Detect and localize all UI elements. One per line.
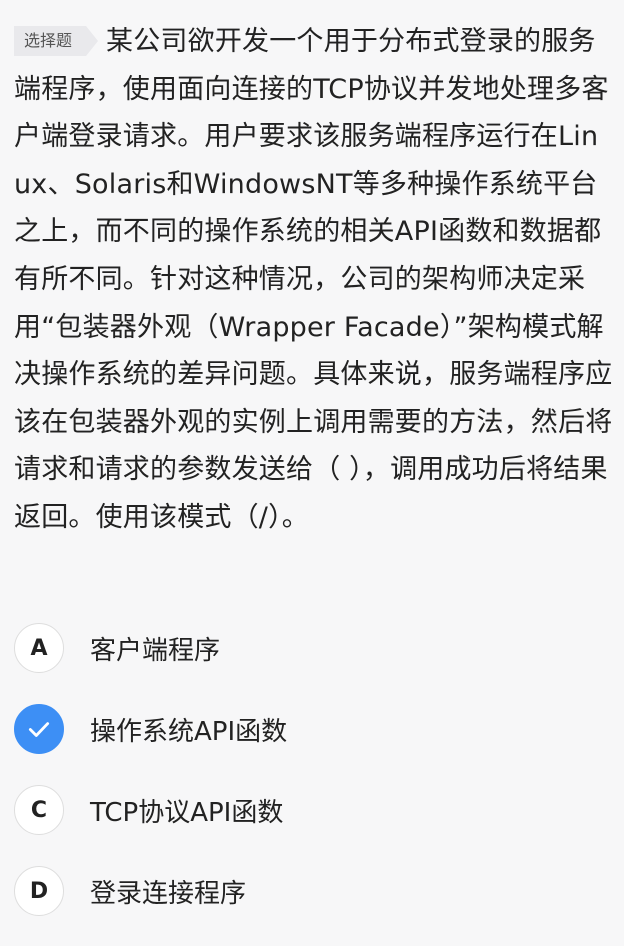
- option-d[interactable]: D 登录连接程序: [14, 865, 614, 917]
- question-type-badge: 选择题: [14, 26, 98, 56]
- option-d-marker[interactable]: D: [14, 866, 64, 916]
- question-text: 某公司欲开发一个用于分布式登录的服务端程序，使用面向连接的TCP协议并发地处理多…: [14, 26, 613, 533]
- option-a-text: 客户端程序: [90, 635, 221, 666]
- option-c[interactable]: C TCP协议API函数: [14, 784, 614, 836]
- option-a-marker[interactable]: A: [14, 623, 64, 673]
- option-d-text: 登录连接程序: [90, 878, 247, 909]
- option-b[interactable]: 操作系统API函数: [14, 703, 614, 755]
- option-list: A 客户端程序 操作系统API函数 C TCP协议API函数 D 登录连接程序: [14, 622, 614, 946]
- question-stem: 选择题 某公司欲开发一个用于分布式登录的服务端程序，使用面向连接的TCP协议并发地…: [14, 18, 614, 542]
- check-icon: [28, 722, 50, 737]
- option-b-marker[interactable]: [14, 704, 64, 754]
- option-b-text: 操作系统API函数: [90, 716, 288, 747]
- option-a[interactable]: A 客户端程序: [14, 622, 614, 674]
- option-c-marker[interactable]: C: [14, 785, 64, 835]
- option-c-text: TCP协议API函数: [90, 797, 284, 828]
